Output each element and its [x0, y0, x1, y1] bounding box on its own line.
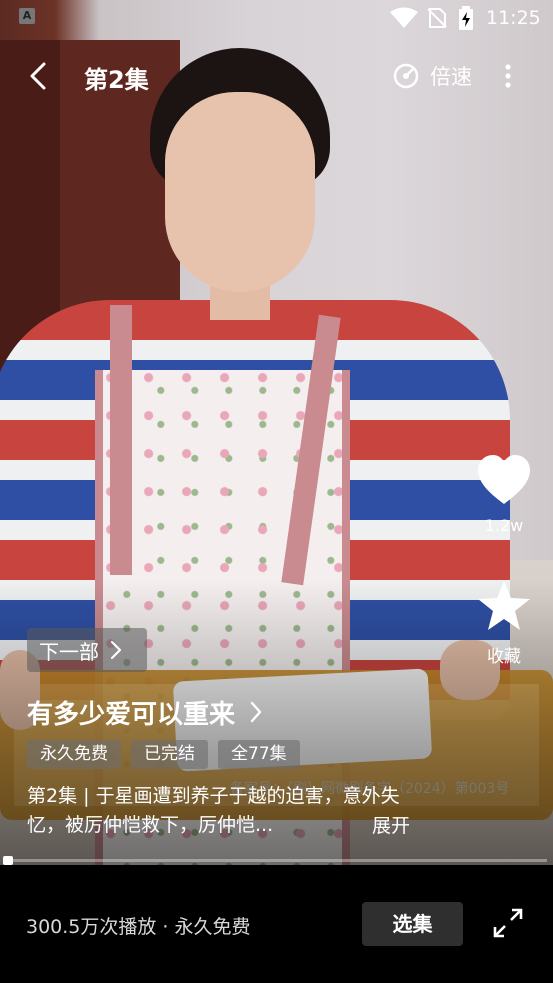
fullscreen-icon [493, 908, 523, 938]
favorite-label: 收藏 [487, 647, 521, 667]
clock: 11:25 [486, 7, 541, 29]
like-button[interactable]: 1.2w [472, 452, 536, 544]
tag-completed: 已完结 [131, 740, 208, 769]
chevron-left-icon [30, 62, 46, 90]
tag-free: 永久免费 [27, 740, 121, 769]
top-bar: 第2集 倍速 [0, 48, 553, 104]
bottom-bar: 300.5万次播放 · 永久免费 选集 [0, 865, 553, 983]
episode-title: 第2集 [84, 66, 149, 94]
next-series-label: 下一部 [39, 639, 99, 664]
next-series-button[interactable]: 下一部 [27, 628, 147, 672]
video-player[interactable] [0, 0, 553, 865]
heart-icon [478, 455, 530, 504]
no-sim-icon [427, 8, 447, 28]
status-bar: A 11:25 [0, 0, 553, 36]
progress-handle[interactable] [3, 856, 13, 865]
speed-dial-icon [393, 63, 419, 89]
video-subject-apron-strap [110, 305, 132, 575]
chevron-right-icon [250, 701, 262, 723]
battery-charging-icon [459, 6, 473, 30]
chevron-right-icon [110, 640, 122, 660]
more-options-button[interactable] [496, 58, 520, 94]
drama-title: 有多少爱可以重来 [27, 699, 236, 730]
star-icon [478, 581, 530, 630]
like-count: 1.2w [484, 516, 524, 535]
drama-description: 第2集 | 于星画遭到养子于越的迫害，意外失忆，被厉仲恺救下，厉仲恺... [27, 785, 400, 836]
select-episode-button[interactable]: 选集 [362, 902, 463, 946]
tag-episode-count: 全77集 [218, 740, 300, 769]
fullscreen-button[interactable] [492, 907, 524, 939]
wifi-icon [390, 7, 418, 28]
sim-indicator: A [19, 8, 35, 24]
more-vertical-icon [505, 64, 511, 88]
playback-speed-button[interactable]: 倍速 [392, 58, 472, 94]
drama-title-link[interactable]: 有多少爱可以重来 [27, 692, 263, 732]
progress-bar[interactable] [7, 859, 547, 862]
drama-tags: 永久免费 已完结 全77集 [27, 740, 300, 769]
play-count-text: 300.5万次播放 · 永久免费 [26, 916, 251, 938]
video-subject-face [165, 92, 315, 292]
back-button[interactable] [24, 58, 54, 94]
expand-description-button[interactable]: 展开 [372, 811, 410, 838]
speed-label: 倍速 [430, 65, 472, 89]
favorite-button[interactable]: 收藏 [472, 578, 536, 670]
